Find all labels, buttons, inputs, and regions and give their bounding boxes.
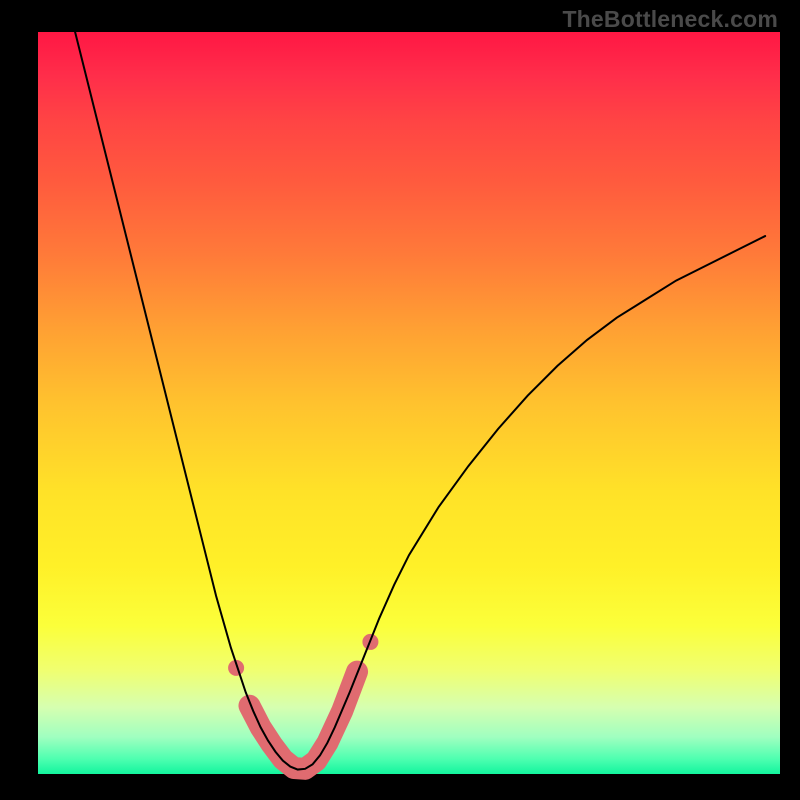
bottleneck-curve bbox=[53, 0, 765, 770]
curve-overlay bbox=[0, 0, 800, 800]
optimum-band bbox=[249, 672, 357, 769]
chart-frame: TheBottleneck.com bbox=[0, 0, 800, 800]
